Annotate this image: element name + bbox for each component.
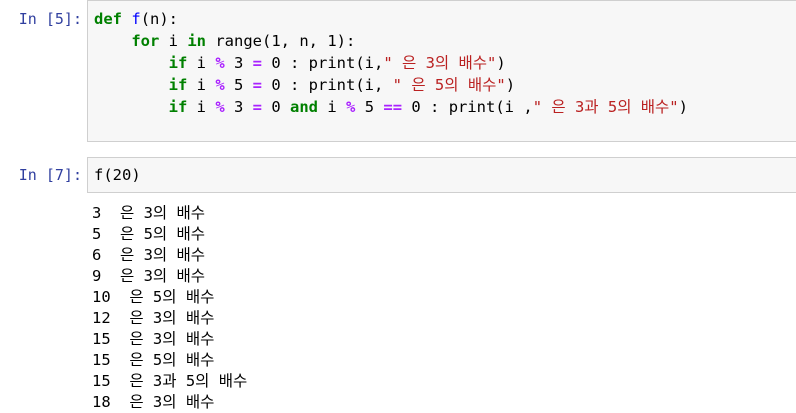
output-line: 10 은 5의 배수: [92, 288, 215, 306]
code-token: =: [252, 98, 263, 116]
code-token: f: [131, 10, 141, 28]
code-line: if i % 3 = 0 and i % 5 == 0 : print(i ,"…: [94, 97, 688, 118]
code-token: " 은 5의 배수": [392, 76, 506, 94]
code-token: 0: [262, 98, 291, 116]
code-token: def: [94, 10, 122, 28]
code-token: 0 : print(i ,: [402, 98, 533, 116]
code-token: " 은 3의 배수": [383, 54, 497, 72]
code-token: 0 : print(i,: [262, 76, 393, 94]
code-token: if: [168, 76, 188, 94]
code-token: 3: [224, 54, 253, 72]
code-token: %: [215, 98, 225, 116]
code-token: i: [187, 98, 216, 116]
code-token: =: [252, 54, 263, 72]
code-token: i: [187, 76, 216, 94]
code-token: " 은 3과 5의 배수": [532, 98, 679, 116]
code-token: if: [168, 54, 188, 72]
code-cell-1[interactable]: In [5]: def f(n): for i in range(1, n, 1…: [0, 0, 796, 142]
code-token: f(20): [94, 166, 141, 184]
output-line: 6 은 3의 배수: [92, 246, 206, 264]
input-prompt: In [7]:: [18, 166, 82, 184]
code-token: 0 : print(i,: [262, 54, 384, 72]
code-token: %: [215, 76, 225, 94]
code-token: i: [159, 32, 188, 50]
code-token: for: [131, 32, 160, 50]
code-token: i: [187, 54, 216, 72]
output-line: 5 은 5의 배수: [92, 225, 206, 243]
code-token: %: [346, 98, 356, 116]
input-prompt: In [5]:: [18, 10, 82, 28]
code-editor[interactable]: def f(n): for i in range(1, n, 1): if i …: [87, 0, 796, 142]
output-line: 15 은 3과 5의 배수: [92, 372, 248, 390]
code-token: ): [505, 76, 516, 94]
output-line: 12 은 3의 배수: [92, 309, 215, 327]
code-line: if i % 5 = 0 : print(i, " 은 5의 배수"): [94, 75, 515, 96]
code-line: f(20): [94, 165, 141, 186]
code-line: if i % 3 = 0 : print(i," 은 3의 배수"): [94, 53, 506, 74]
code-token: 5: [355, 98, 384, 116]
code-line: for i in range(1, n, 1):: [94, 31, 355, 52]
code-token: ==: [383, 98, 403, 116]
code-cell-2[interactable]: In [7]: f(20) 3 은 3의 배수 5 은 5의 배수 6 은 3의 배…: [0, 155, 796, 413]
output-line: 15 은 5의 배수: [92, 351, 215, 369]
output-line: 9 은 3의 배수: [92, 267, 206, 285]
code-token: ): [678, 98, 688, 116]
code-token: ): [496, 54, 506, 72]
code-token: i: [318, 98, 347, 116]
code-token: in: [187, 32, 206, 50]
code-token: 5: [224, 76, 253, 94]
cell-output: 3 은 3의 배수 5 은 5의 배수 6 은 3의 배수 9 은 3의 배수 10 은…: [0, 203, 796, 413]
code-token: if: [168, 98, 188, 116]
output-line: 15 은 3의 배수: [92, 330, 215, 348]
code-token: =: [252, 76, 263, 94]
code-token: (n):: [140, 10, 179, 28]
output-line: 18 은 3의 배수: [92, 393, 215, 411]
code-token: %: [215, 54, 225, 72]
code-token: range(1, n, 1):: [206, 32, 356, 50]
output-line: 3 은 3의 배수: [92, 204, 206, 222]
code-token: and: [290, 98, 319, 116]
code-token: 3: [224, 98, 253, 116]
code-editor[interactable]: f(20): [87, 157, 796, 193]
code-line: def f(n):: [94, 9, 178, 30]
